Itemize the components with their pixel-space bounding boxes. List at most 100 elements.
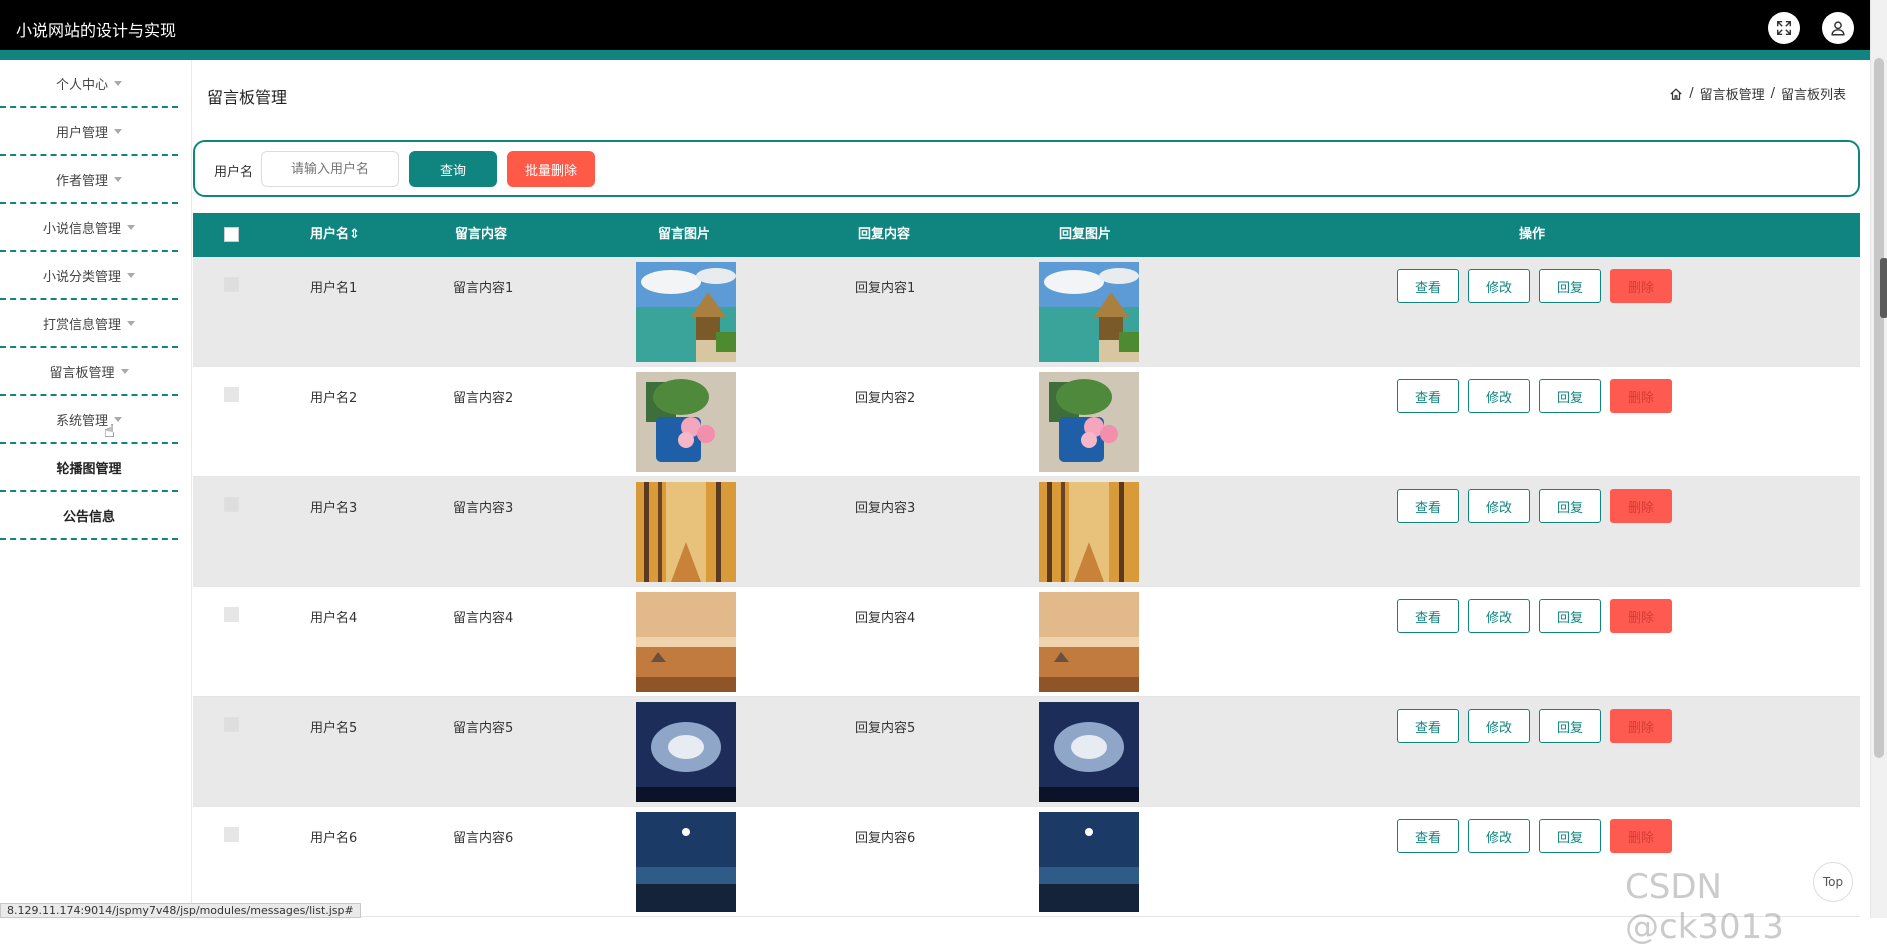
breadcrumb-item[interactable]: 留言板管理 [1700, 84, 1765, 103]
top-bar-accent-stripe [0, 50, 1870, 60]
cell-reply: 回复内容6 [855, 831, 916, 846]
reply-image [1039, 262, 1139, 362]
select-all-checkbox[interactable] [224, 227, 239, 242]
home-icon[interactable] [1669, 87, 1683, 101]
message-image [636, 482, 736, 582]
cell-content: 留言内容4 [453, 611, 514, 626]
view-button[interactable]: 查看 [1397, 379, 1459, 413]
reply-button[interactable]: 回复 [1539, 599, 1601, 633]
search-panel: 用户名 查询 批量删除 [193, 140, 1860, 197]
sidebar-item-novel-category[interactable]: 小说分类管理 [0, 252, 178, 300]
sidebar-item-notice[interactable]: 公告信息 [0, 492, 178, 540]
sort-icon[interactable]: ⇕ [349, 227, 360, 242]
query-button[interactable]: 查询 [409, 151, 497, 187]
sidebar-item-label: 作者管理 [55, 173, 108, 189]
app-title: 小说网站的设计与实现 [16, 21, 177, 40]
sidebar-item-label: 小说信息管理 [42, 221, 121, 237]
page-scrollbar[interactable] [1870, 0, 1887, 918]
delete-button[interactable]: 删除 [1610, 819, 1672, 853]
cell-reply: 回复内容3 [855, 501, 916, 516]
row-checkbox[interactable] [224, 827, 239, 842]
cell-reply: 回复内容1 [855, 281, 916, 296]
message-image [636, 262, 736, 362]
sidebar-item-label: 系统管理 [55, 413, 108, 429]
delete-button[interactable]: 删除 [1610, 599, 1672, 633]
view-button[interactable]: 查看 [1397, 709, 1459, 743]
top-bar: 小说网站的设计与实现 [0, 0, 1870, 50]
back-to-top-button[interactable]: Top [1813, 862, 1853, 902]
reply-button[interactable]: 回复 [1539, 379, 1601, 413]
row-checkbox[interactable] [224, 497, 239, 512]
fullscreen-icon[interactable] [1768, 12, 1800, 44]
delete-button[interactable]: 删除 [1610, 709, 1672, 743]
breadcrumb-separator: / [1770, 86, 1775, 101]
table-row: 用户名1 留言内容1 回复内容1 查看 修改 回复 删除 [193, 257, 1860, 367]
cell-content: 留言内容2 [453, 391, 514, 406]
reply-button[interactable]: 回复 [1539, 709, 1601, 743]
reply-button[interactable]: 回复 [1539, 819, 1601, 853]
cell-reply: 回复内容5 [855, 721, 916, 736]
reply-image [1039, 482, 1139, 582]
cell-content: 留言内容6 [453, 831, 514, 846]
sidebar-item-label: 公告信息 [62, 509, 115, 525]
sidebar-item-users[interactable]: 用户管理 [0, 108, 178, 156]
cell-username: 用户名1 [310, 281, 358, 296]
caret-down-icon [114, 416, 122, 422]
batch-delete-button[interactable]: 批量删除 [507, 151, 595, 187]
caret-down-icon [127, 272, 135, 278]
col-header-username[interactable]: 用户名⇕ [310, 213, 360, 257]
reply-button[interactable]: 回复 [1539, 489, 1601, 523]
sidebar-item-label: 小说分类管理 [42, 269, 121, 285]
sidebar-item-personal-center[interactable]: 个人中心 [0, 60, 178, 108]
view-button[interactable]: 查看 [1397, 819, 1459, 853]
reply-button[interactable]: 回复 [1539, 269, 1601, 303]
sidebar-item-label: 打赏信息管理 [42, 317, 121, 333]
caret-down-icon [120, 368, 129, 374]
reply-image [1039, 812, 1139, 912]
edit-button[interactable]: 修改 [1468, 709, 1530, 743]
sidebar-item-label: 留言板管理 [49, 365, 115, 381]
edit-button[interactable]: 修改 [1468, 599, 1530, 633]
username-search-input[interactable] [261, 151, 399, 187]
delete-button[interactable]: 删除 [1610, 489, 1672, 523]
row-checkbox[interactable] [224, 387, 239, 402]
table-row: 用户名6 留言内容6 回复内容6 查看 修改 回复 删除 [193, 807, 1860, 917]
sidebar-item-carousel[interactable]: 轮播图管理 [0, 444, 178, 492]
cell-content: 留言内容1 [453, 281, 514, 296]
sidebar-item-system[interactable]: 系统管理 [0, 396, 178, 444]
edit-button[interactable]: 修改 [1468, 379, 1530, 413]
row-checkbox[interactable] [224, 277, 239, 292]
delete-button[interactable]: 删除 [1610, 379, 1672, 413]
table-header: 用户名⇕ 留言内容 留言图片 回复内容 回复图片 操作 [193, 213, 1860, 257]
edit-button[interactable]: 修改 [1468, 489, 1530, 523]
sidebar-item-tips[interactable]: 打赏信息管理 [0, 300, 178, 348]
cell-content: 留言内容3 [453, 501, 514, 516]
caret-down-icon [114, 80, 122, 86]
view-button[interactable]: 查看 [1397, 269, 1459, 303]
sidebar-item-novel-info[interactable]: 小说信息管理 [0, 204, 178, 252]
username-label: 用户名 [214, 165, 254, 180]
reply-image [1039, 372, 1139, 472]
edit-button[interactable]: 修改 [1468, 819, 1530, 853]
col-header-reply: 回复内容 [858, 227, 911, 242]
col-header-actions: 操作 [1519, 227, 1546, 242]
delete-button[interactable]: 删除 [1610, 269, 1672, 303]
caret-down-icon [127, 224, 135, 230]
cell-reply: 回复内容4 [855, 611, 916, 626]
row-checkbox[interactable] [224, 717, 239, 732]
edit-button[interactable]: 修改 [1468, 269, 1530, 303]
sidebar-item-message-board[interactable]: 留言板管理 [0, 348, 178, 396]
col-header-image: 留言图片 [658, 227, 711, 242]
view-button[interactable]: 查看 [1397, 599, 1459, 633]
hand-cursor-icon: ☝ [104, 421, 115, 442]
sidebar-item-authors[interactable]: 作者管理 [0, 156, 178, 204]
table-row: 用户名2 留言内容2 回复内容2 查看 修改 回复 删除 [193, 367, 1860, 477]
sidebar-item-label: 轮播图管理 [56, 461, 122, 477]
col-header-reply-image: 回复图片 [1059, 227, 1112, 242]
cell-username: 用户名4 [310, 611, 358, 626]
user-icon[interactable] [1822, 12, 1854, 44]
scrollbar-thumb[interactable] [1874, 58, 1884, 758]
message-image [636, 702, 736, 802]
row-checkbox[interactable] [224, 607, 239, 622]
view-button[interactable]: 查看 [1397, 489, 1459, 523]
